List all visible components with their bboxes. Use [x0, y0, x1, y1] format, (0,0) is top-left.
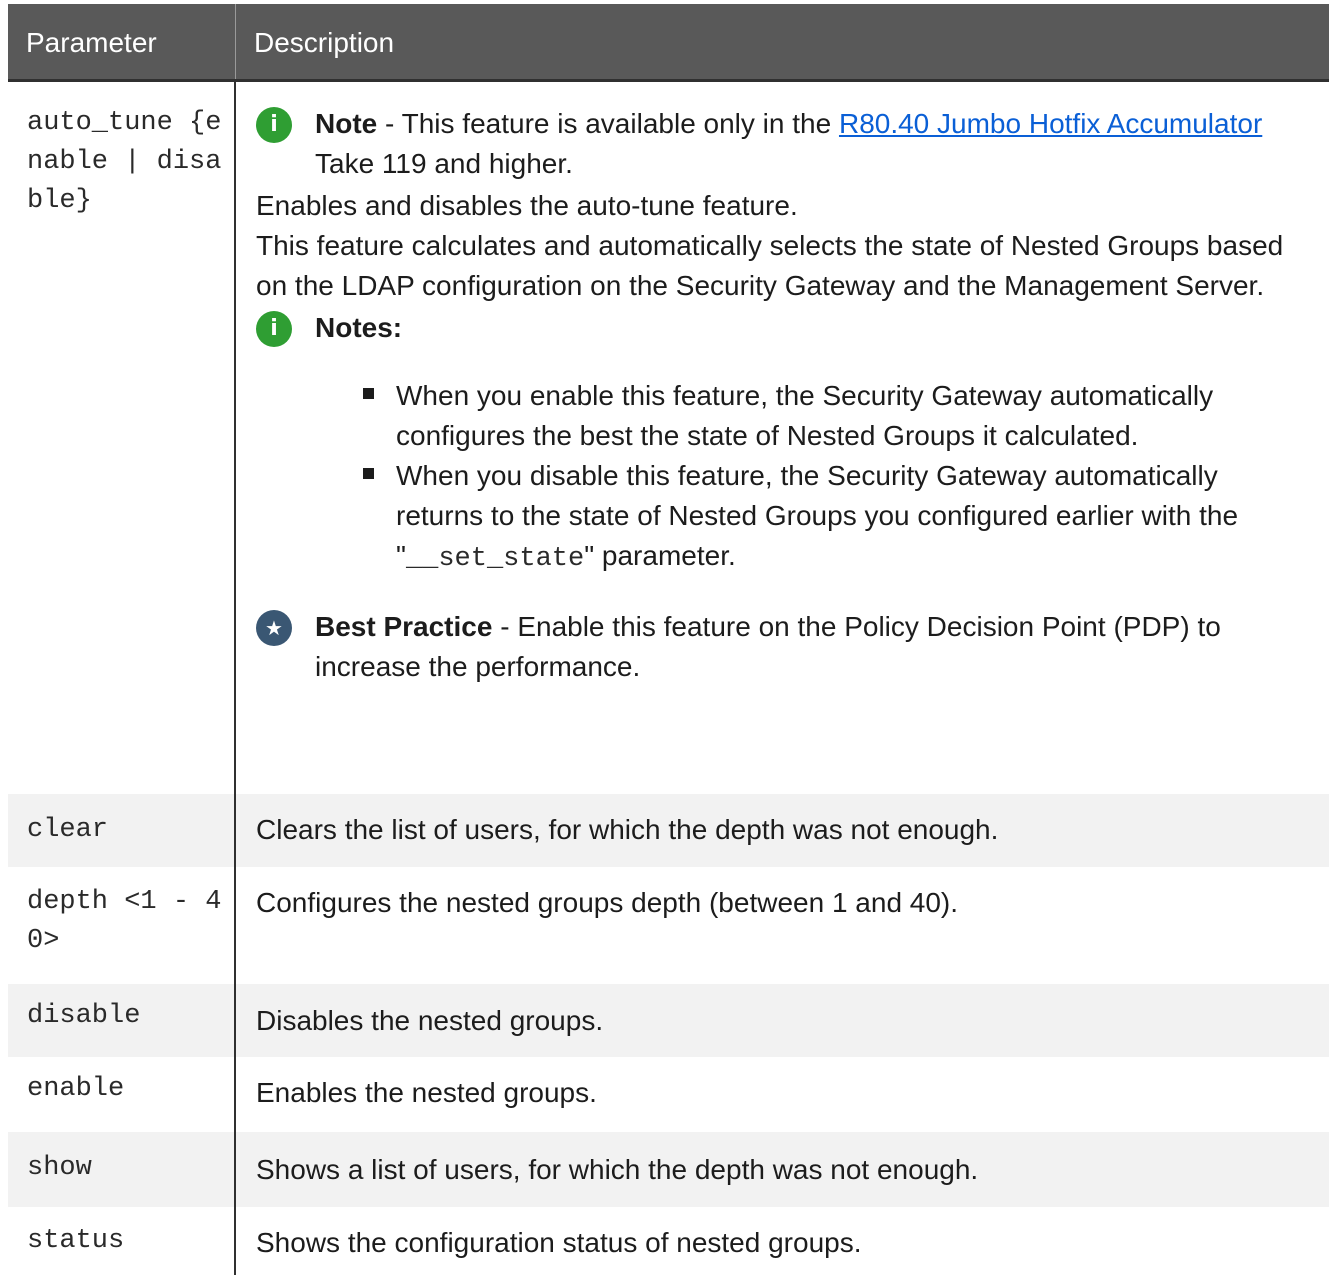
list-item: When you enable this feature, the Securi…: [256, 376, 1307, 456]
note-text-1: - This feature is available only in the: [377, 108, 839, 139]
table-row: show Shows a list of users, for which th…: [8, 1132, 1329, 1207]
desc-clear: Clears the list of users, for which the …: [256, 814, 999, 845]
desc-depth: Configures the nested groups depth (betw…: [256, 887, 959, 918]
info-icon: i: [256, 311, 292, 347]
parameters-table: Parameter Description auto_tune {enable …: [8, 4, 1329, 1275]
desc-line-2: This feature calculates and automaticall…: [256, 230, 1284, 301]
note-text-2: Take 119 and higher.: [315, 148, 573, 179]
jumbo-hotfix-link[interactable]: R80.40 Jumbo Hotfix Accumulator: [839, 108, 1262, 139]
set-state-code: __set_state: [405, 544, 585, 574]
table-row: depth <1 - 40> Configures the nested gro…: [8, 867, 1329, 984]
desc-status: Shows the configuration status of nested…: [256, 1227, 862, 1258]
param-depth: depth <1 - 40>: [8, 867, 236, 984]
note-text: Note - This feature is available only in…: [315, 104, 1307, 184]
table-row: clear Clears the list of users, for whic…: [8, 794, 1329, 867]
desc-disable: Disables the nested groups.: [256, 1005, 604, 1036]
notes-label: Notes:: [315, 312, 403, 343]
table-row: status Shows the configuration status of…: [8, 1207, 1329, 1275]
header-description: Description: [254, 27, 395, 58]
param-clear: clear: [8, 794, 236, 867]
star-icon: ★: [256, 610, 292, 646]
info-icon: i: [256, 107, 292, 143]
param-enable: enable: [8, 1057, 236, 1132]
table-header: Parameter Description: [8, 4, 1329, 82]
best-practice-text: Best Practice - Enable this feature on t…: [315, 611, 1221, 682]
header-parameter: Parameter: [8, 4, 236, 79]
param-disable: disable: [8, 984, 236, 1057]
notes-block: i Notes:: [256, 308, 1307, 348]
best-practice-label: Best Practice: [315, 611, 493, 642]
desc-auto-tune: i Note - This feature is available only …: [236, 82, 1329, 794]
notes-list: When you enable this feature, the Securi…: [256, 376, 1307, 579]
note-label: Note: [315, 108, 378, 139]
list-item: When you disable this feature, the Secur…: [256, 456, 1307, 579]
table-row: disable Disables the nested groups.: [8, 984, 1329, 1057]
best-practice-block: ★ Best Practice - Enable this feature on…: [256, 607, 1307, 687]
desc-enable: Enables the nested groups.: [256, 1077, 597, 1108]
table-row: enable Enables the nested groups.: [8, 1057, 1329, 1132]
param-status: status: [8, 1207, 236, 1275]
param-show: show: [8, 1132, 236, 1207]
desc-line-1: Enables and disables the auto-tune featu…: [256, 190, 798, 221]
table-row: auto_tune {enable | disable} i Note - Th…: [8, 82, 1329, 794]
param-auto-tune: auto_tune {enable | disable}: [8, 82, 236, 794]
desc-show: Shows a list of users, for which the dep…: [256, 1154, 979, 1185]
note-block: i Note - This feature is available only …: [256, 104, 1307, 184]
